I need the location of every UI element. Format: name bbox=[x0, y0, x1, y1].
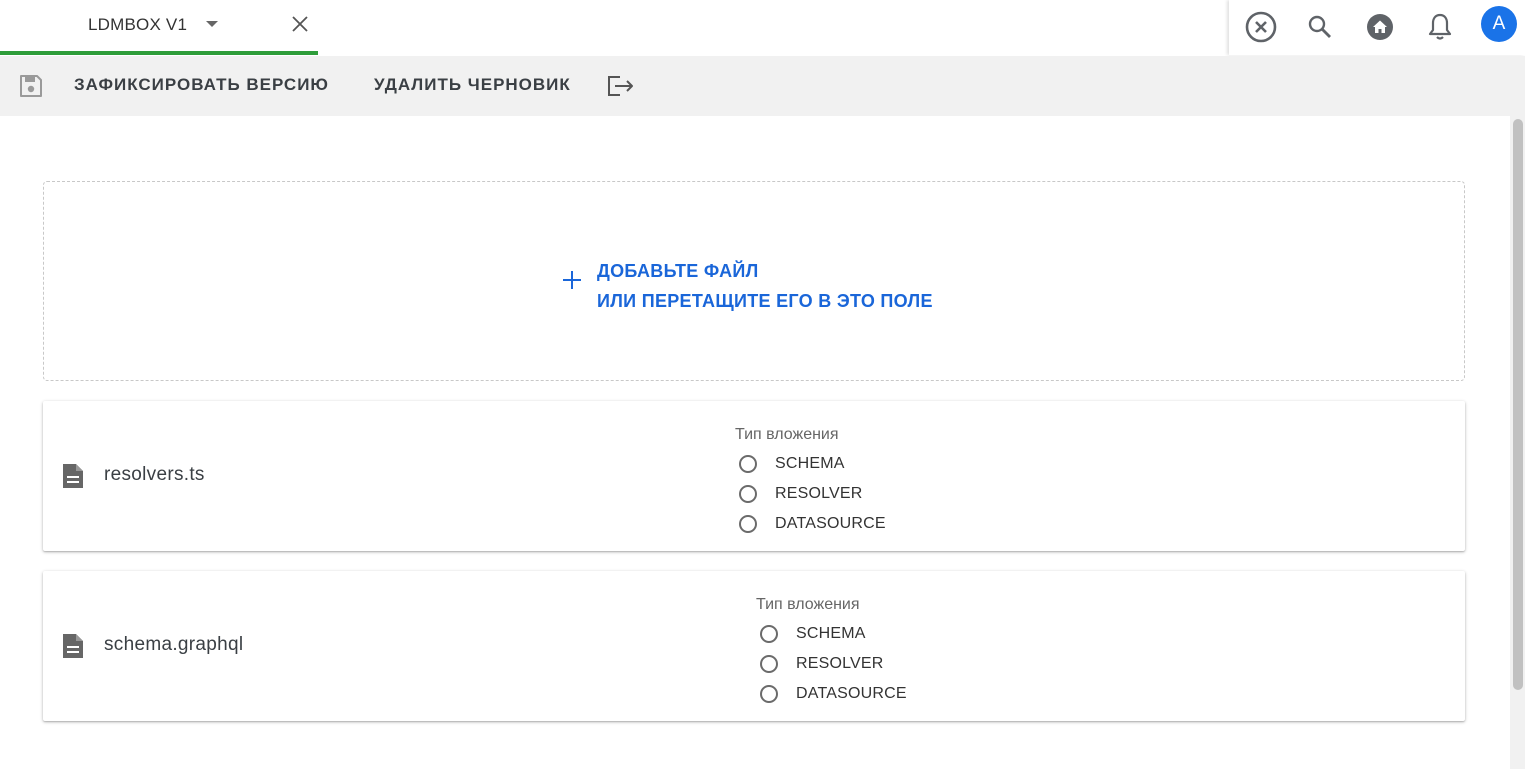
tab-title: LDMBOX V1 bbox=[88, 15, 188, 34]
scrollbar-thumb[interactable] bbox=[1513, 119, 1523, 690]
radio-label: RESOLVER bbox=[775, 485, 863, 502]
attachment-type-group: Тип вложения SCHEMA RESOLVER DATASOURCE bbox=[735, 425, 886, 539]
exit-icon[interactable] bbox=[606, 73, 636, 99]
radio-resolver[interactable]: RESOLVER bbox=[756, 649, 907, 679]
toolbar: ЗАФИКСИРОВАТЬ ВЕРСИЮ УДАЛИТЬ ЧЕРНОВИК bbox=[0, 56, 1525, 116]
document-icon bbox=[63, 464, 83, 488]
file-card: schema.graphql Тип вложения SCHEMA RESOL… bbox=[43, 571, 1465, 721]
radio-datasource[interactable]: DATASOURCE bbox=[756, 679, 907, 709]
radio-label: SCHEMA bbox=[796, 625, 866, 642]
avatar-letter: A bbox=[1492, 13, 1506, 34]
avatar[interactable]: A bbox=[1481, 6, 1517, 42]
radio-circle[interactable] bbox=[760, 655, 778, 673]
attachment-type-label: Тип вложения bbox=[735, 426, 839, 443]
radio-schema[interactable]: SCHEMA bbox=[735, 449, 886, 479]
delete-draft-button[interactable]: УДАЛИТЬ ЧЕРНОВИК bbox=[374, 75, 571, 95]
caret-down-icon[interactable] bbox=[204, 16, 220, 32]
close-icon[interactable] bbox=[290, 14, 310, 34]
plus-icon bbox=[563, 271, 581, 289]
radio-circle[interactable] bbox=[739, 485, 757, 503]
dropzone-line1: ДОБАВЬТЕ ФАЙЛ bbox=[597, 261, 759, 281]
document-icon bbox=[63, 634, 83, 658]
radio-label: DATASOURCE bbox=[796, 685, 907, 702]
top-bar: LDMBOX V1 A bbox=[0, 0, 1525, 56]
radio-resolver[interactable]: RESOLVER bbox=[735, 479, 886, 509]
bell-icon[interactable] bbox=[1421, 8, 1459, 46]
cancel-circle-icon[interactable] bbox=[1242, 8, 1280, 46]
dropzone-text: ДОБАВЬТЕ ФАЙЛ ИЛИ ПЕРЕТАЩИТЕ ЕГО В ЭТО П… bbox=[597, 256, 933, 316]
tab-ldmbox[interactable]: LDMBOX V1 bbox=[0, 0, 318, 55]
radio-circle[interactable] bbox=[739, 455, 757, 473]
file-name: schema.graphql bbox=[104, 634, 244, 655]
file-card: resolvers.ts Тип вложения SCHEMA RESOLVE… bbox=[43, 401, 1465, 551]
file-name: resolvers.ts bbox=[104, 464, 205, 485]
save-icon[interactable] bbox=[18, 73, 44, 99]
radio-label: RESOLVER bbox=[796, 655, 884, 672]
attachment-type-label: Тип вложения bbox=[756, 596, 860, 613]
radio-label: DATASOURCE bbox=[775, 515, 886, 532]
radio-schema[interactable]: SCHEMA bbox=[756, 619, 907, 649]
home-icon[interactable] bbox=[1361, 8, 1399, 46]
file-dropzone[interactable]: ДОБАВЬТЕ ФАЙЛ ИЛИ ПЕРЕТАЩИТЕ ЕГО В ЭТО П… bbox=[43, 181, 1465, 381]
radio-label: SCHEMA bbox=[775, 455, 845, 472]
attachment-type-group: Тип вложения SCHEMA RESOLVER DATASOURCE bbox=[756, 595, 907, 709]
radio-circle[interactable] bbox=[739, 515, 757, 533]
radio-circle[interactable] bbox=[760, 685, 778, 703]
search-icon[interactable] bbox=[1301, 8, 1339, 46]
radio-datasource[interactable]: DATASOURCE bbox=[735, 509, 886, 539]
radio-circle[interactable] bbox=[760, 625, 778, 643]
commit-version-button[interactable]: ЗАФИКСИРОВАТЬ ВЕРСИЮ bbox=[74, 75, 329, 95]
dropzone-line2: ИЛИ ПЕРЕТАЩИТЕ ЕГО В ЭТО ПОЛЕ bbox=[597, 291, 933, 311]
